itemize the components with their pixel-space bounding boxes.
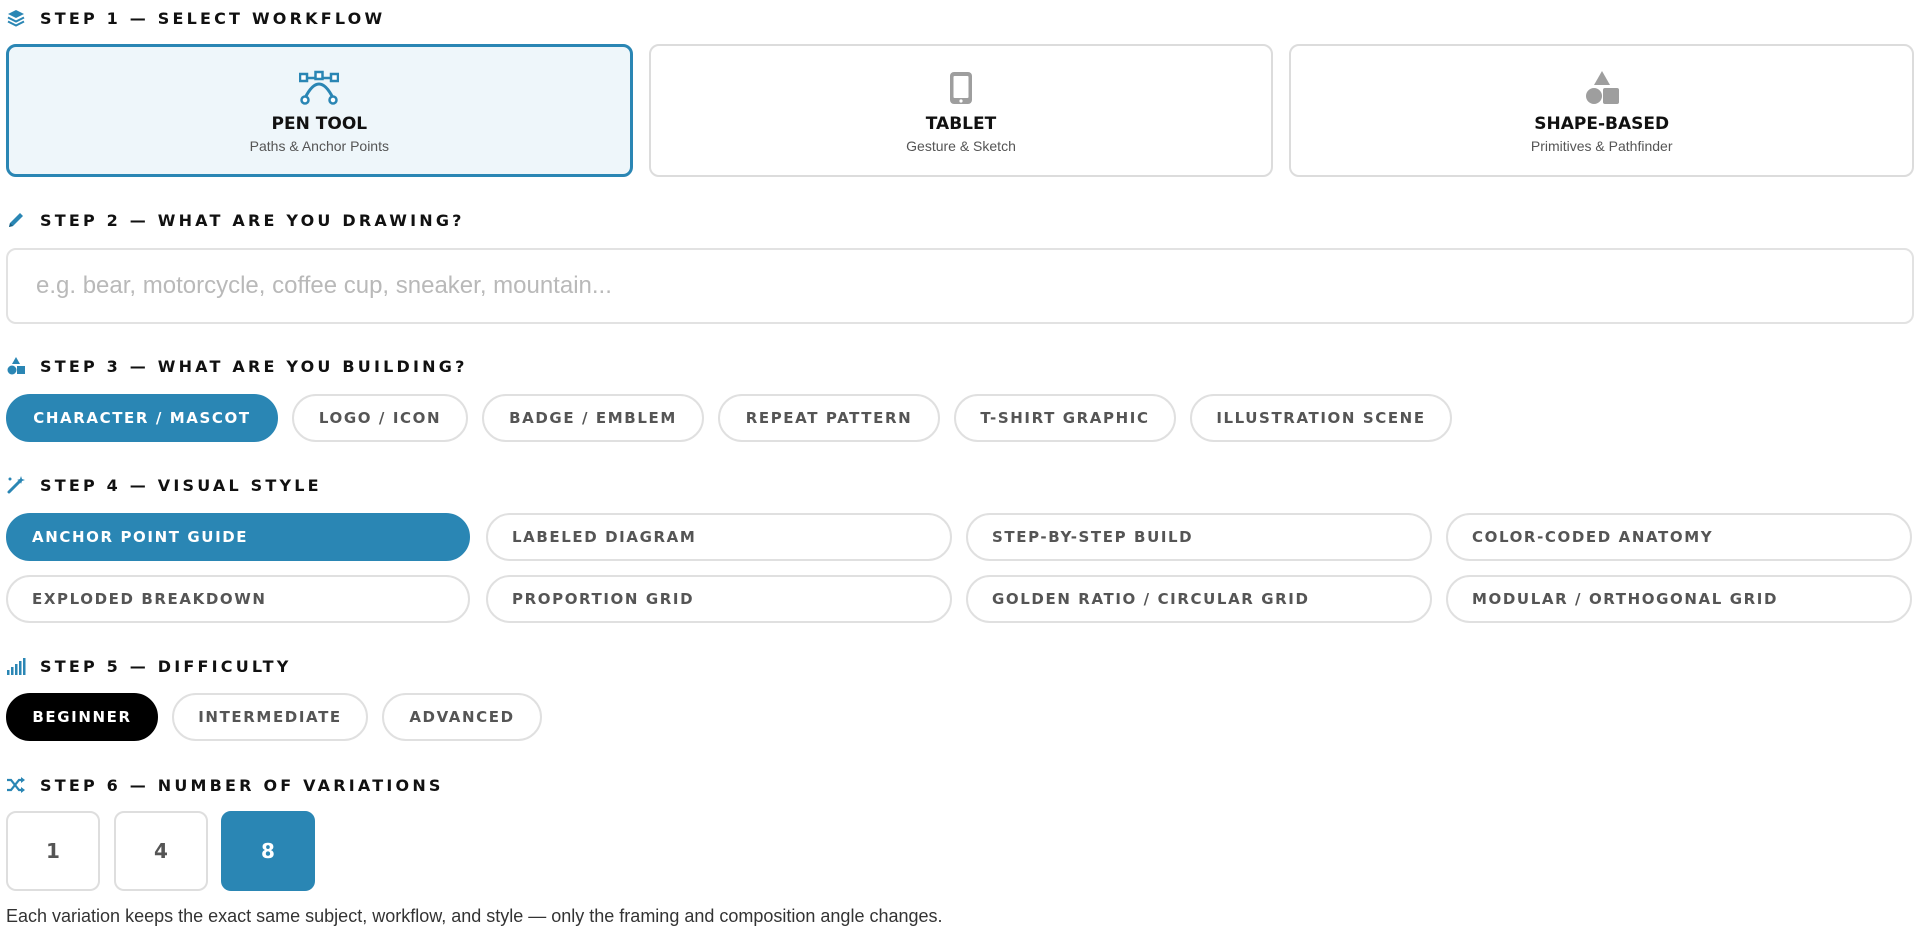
workflow-card-shape-based[interactable]: SHAPE-BASED Primitives & Pathfinder bbox=[1289, 44, 1915, 177]
signal-bars-icon bbox=[6, 656, 26, 676]
magic-wand-icon bbox=[6, 475, 26, 495]
style-option-exploded-breakdown[interactable]: EXPLODED BREAKDOWN bbox=[6, 575, 470, 623]
style-option-color-coded-anatomy[interactable]: COLOR-CODED ANATOMY bbox=[1446, 513, 1912, 561]
step4-heading: STEP 4 — VISUAL STYLE bbox=[6, 475, 322, 495]
difficulty-option-beginner[interactable]: BEGINNER bbox=[6, 693, 158, 741]
step5-heading-text: STEP 5 — DIFFICULTY bbox=[40, 656, 292, 676]
step1-heading: STEP 1 — SELECT WORKFLOW bbox=[6, 8, 385, 28]
step2-heading: STEP 2 — WHAT ARE YOU DRAWING? bbox=[6, 210, 465, 230]
layers-icon bbox=[6, 8, 26, 28]
step6-heading: STEP 6 — NUMBER OF VARIATIONS bbox=[6, 775, 444, 795]
workflow-card-pen-tool[interactable]: PEN TOOL Paths & Anchor Points bbox=[6, 44, 633, 177]
difficulty-option-intermediate[interactable]: INTERMEDIATE bbox=[172, 693, 368, 741]
card-subtitle: Gesture & Sketch bbox=[906, 137, 1016, 154]
pencil-icon bbox=[6, 210, 26, 230]
build-option-t-shirt-graphic[interactable]: T-SHIRT GRAPHIC bbox=[954, 394, 1176, 442]
card-title: SHAPE-BASED bbox=[1534, 113, 1670, 134]
card-title: TABLET bbox=[925, 113, 997, 134]
build-option-badge-emblem[interactable]: BADGE / EMBLEM bbox=[482, 394, 704, 442]
tablet-icon bbox=[939, 68, 983, 108]
step2-heading-text: STEP 2 — WHAT ARE YOU DRAWING? bbox=[40, 210, 465, 230]
shapes-icon bbox=[6, 356, 26, 376]
variation-option-4[interactable]: 4 bbox=[114, 811, 208, 891]
build-option-illustration-scene[interactable]: ILLUSTRATION SCENE bbox=[1190, 394, 1452, 442]
build-option-logo-icon[interactable]: LOGO / ICON bbox=[292, 394, 468, 442]
workflow-card-tablet[interactable]: TABLET Gesture & Sketch bbox=[648, 44, 1274, 177]
step6-heading-text: STEP 6 — NUMBER OF VARIATIONS bbox=[40, 775, 444, 795]
step1-heading-text: STEP 1 — SELECT WORKFLOW bbox=[40, 8, 386, 28]
workflow-cards: PEN TOOL Paths & Anchor Points TABLET Ge… bbox=[6, 44, 1915, 177]
build-option-repeat-pattern[interactable]: REPEAT PATTERN bbox=[718, 394, 940, 442]
style-option-modular-orthogonal-grid[interactable]: MODULAR / ORTHOGONAL GRID bbox=[1446, 575, 1912, 623]
variation-option-1[interactable]: 1 bbox=[6, 811, 100, 891]
variation-option-8[interactable]: 8 bbox=[221, 811, 315, 891]
step3-heading: STEP 3 — WHAT ARE YOU BUILDING? bbox=[6, 356, 468, 376]
card-title: PEN TOOL bbox=[271, 113, 368, 134]
card-subtitle: Primitives & Pathfinder bbox=[1530, 137, 1673, 154]
step5-heading: STEP 5 — DIFFICULTY bbox=[6, 656, 292, 676]
difficulty-option-advanced[interactable]: ADVANCED bbox=[382, 693, 542, 741]
step4-heading-text: STEP 4 — VISUAL STYLE bbox=[40, 475, 322, 495]
style-option-golden-ratio-circular-grid[interactable]: GOLDEN RATIO / CIRCULAR GRID bbox=[966, 575, 1432, 623]
subject-input[interactable] bbox=[6, 248, 1914, 324]
build-option-character-mascot[interactable]: CHARACTER / MASCOT bbox=[6, 394, 278, 442]
style-option-proportion-grid[interactable]: PROPORTION GRID bbox=[486, 575, 952, 623]
style-option-step-by-step-build[interactable]: STEP-BY-STEP BUILD bbox=[966, 513, 1432, 561]
workflow-form: STEP 1 — SELECT WORKFLOW PEN TOOL Paths … bbox=[0, 0, 1920, 940]
step3-heading-text: STEP 3 — WHAT ARE YOU BUILDING? bbox=[40, 356, 468, 376]
style-option-anchor-point-guide[interactable]: ANCHOR POINT GUIDE bbox=[6, 513, 470, 561]
pen-tool-bezier-icon bbox=[297, 68, 341, 108]
style-option-labeled-diagram[interactable]: LABELED DIAGRAM bbox=[486, 513, 952, 561]
shapes-icon bbox=[1580, 68, 1624, 108]
shuffle-icon bbox=[6, 775, 26, 795]
variations-note: Each variation keeps the exact same subj… bbox=[6, 906, 943, 926]
card-subtitle: Paths & Anchor Points bbox=[249, 137, 389, 154]
